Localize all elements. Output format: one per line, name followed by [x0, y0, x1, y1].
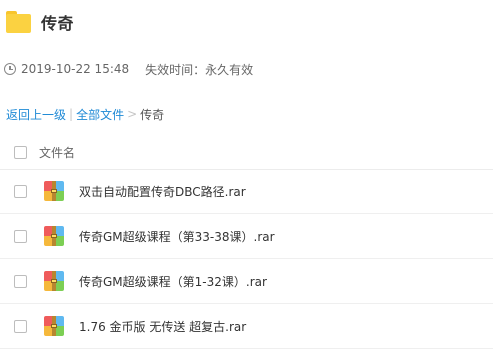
- select-all-checkbox[interactable]: [14, 145, 27, 159]
- folder-title: 传奇: [41, 14, 75, 33]
- rar-archive-icon: [44, 271, 64, 291]
- file-name[interactable]: 传奇GM超级课程（第1-32课）.rar: [79, 273, 267, 290]
- file-row[interactable]: 1.76 金币版 无传送 超复古.rar: [0, 304, 493, 349]
- file-list-header: 文件名: [0, 135, 493, 170]
- row-checkbox[interactable]: [14, 319, 27, 333]
- row-checkbox[interactable]: [14, 274, 27, 288]
- file-row[interactable]: 传奇GM超级课程（第1-32课）.rar: [0, 259, 493, 304]
- file-row[interactable]: 双击自动配置传奇DBC路径.rar: [0, 169, 493, 214]
- row-checkbox[interactable]: [14, 184, 27, 198]
- all-files-link[interactable]: 全部文件: [76, 106, 124, 123]
- rar-archive-icon: [44, 226, 64, 246]
- breadcrumb-arrow: >: [127, 107, 138, 121]
- file-name[interactable]: 1.76 金币版 无传送 超复古.rar: [79, 318, 246, 335]
- folder-icon: [6, 11, 31, 33]
- file-name[interactable]: 传奇GM超级课程（第33-38课）.rar: [79, 228, 275, 245]
- back-link[interactable]: 返回上一级: [6, 106, 66, 123]
- file-list: 双击自动配置传奇DBC路径.rar 传奇GM超级课程（第33-38课）.rar …: [0, 169, 493, 349]
- clock-icon: [4, 63, 16, 75]
- breadcrumb-divider: |: [69, 107, 74, 121]
- share-date: 2019-10-22 15:48: [21, 62, 130, 76]
- rar-archive-icon: [44, 181, 64, 201]
- row-checkbox[interactable]: [14, 229, 27, 243]
- breadcrumb-current: 传奇: [140, 107, 165, 122]
- expiry-text: 失效时间：永久有效: [145, 62, 254, 77]
- share-meta: 2019-10-22 15:48 失效时间：永久有效: [4, 61, 253, 77]
- file-row[interactable]: 传奇GM超级课程（第33-38课）.rar: [0, 214, 493, 259]
- filename-column-header: 文件名: [39, 145, 76, 160]
- file-name[interactable]: 双击自动配置传奇DBC路径.rar: [79, 183, 246, 200]
- folder-header: 传奇: [6, 7, 74, 37]
- breadcrumb: 返回上一级 | 全部文件 > 传奇: [6, 106, 164, 122]
- rar-archive-icon: [44, 316, 64, 336]
